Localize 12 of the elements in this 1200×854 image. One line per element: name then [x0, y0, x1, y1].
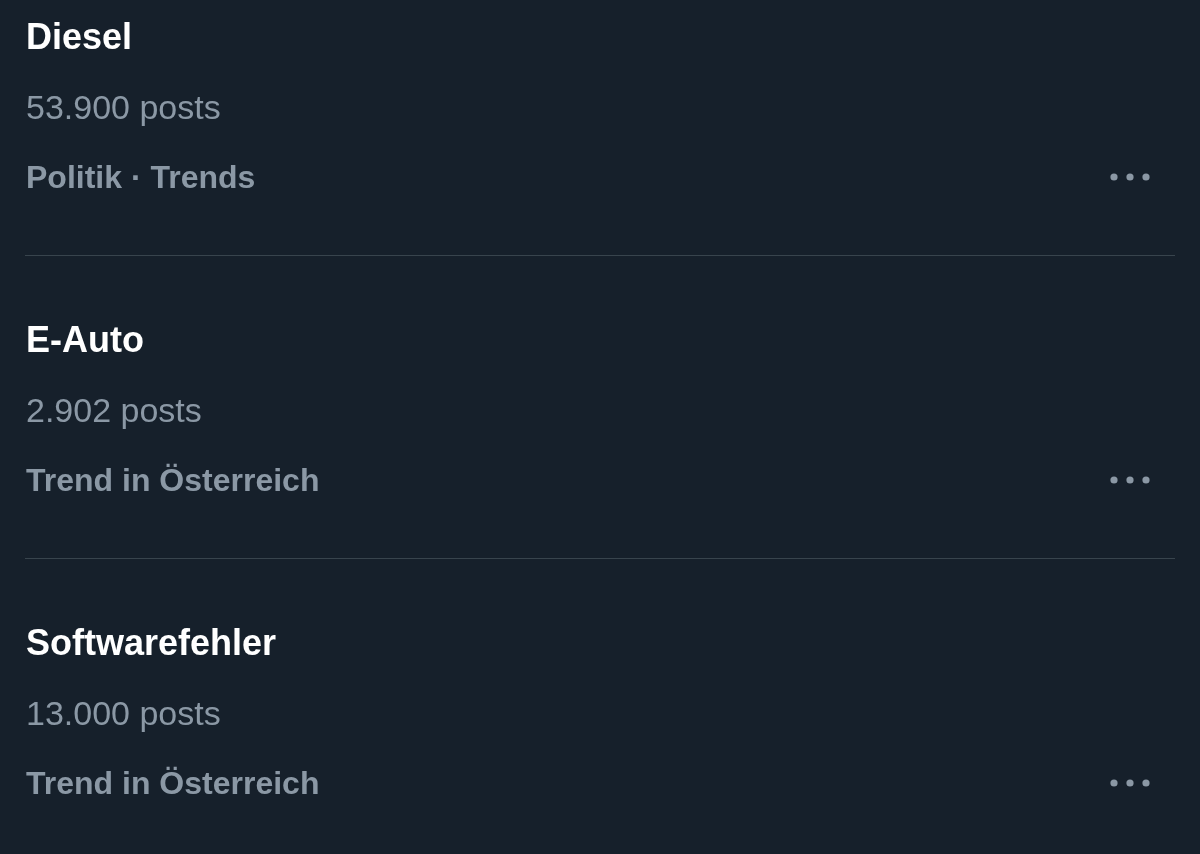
more-options-icon[interactable]	[1110, 475, 1150, 485]
post-count: 13.000 posts	[26, 693, 221, 734]
trend-category: Politik · Trends	[26, 158, 256, 197]
post-count: 53.900 posts	[26, 87, 221, 128]
trend-category: Trend in Österreich	[26, 461, 320, 500]
trend-title[interactable]: Diesel	[26, 15, 133, 59]
trend-title[interactable]: Softwarefehler	[26, 621, 277, 665]
more-options-icon[interactable]	[1110, 172, 1150, 182]
post-count: 2.902 posts	[26, 390, 202, 431]
trend-title[interactable]: E-Auto	[26, 318, 144, 362]
trend-category: Trend in Österreich	[26, 764, 320, 803]
more-options-icon[interactable]	[1110, 778, 1150, 788]
